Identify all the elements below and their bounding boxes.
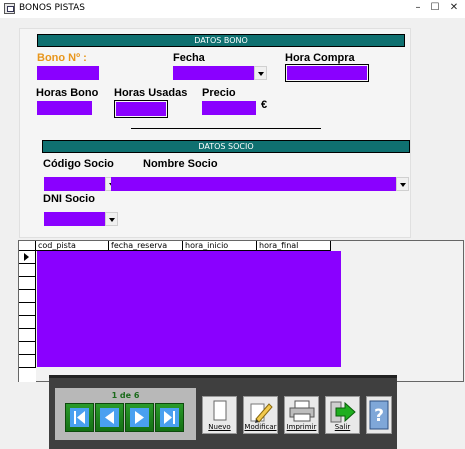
window-client-area: DATOS BONO Bono Nº : Fecha Hora Compra H… bbox=[0, 18, 465, 449]
bottom-toolbar: 1 de 6 Nuevo Modificar Imprimir Salir ? bbox=[49, 375, 397, 449]
row-selector[interactable] bbox=[19, 316, 36, 329]
exit-arrow-icon bbox=[330, 401, 356, 423]
imprimir-label: Imprimir bbox=[286, 423, 317, 431]
datos-socio-header: DATOS SOCIO bbox=[42, 140, 410, 153]
row-selector[interactable] bbox=[19, 303, 36, 316]
salir-label: Salir bbox=[334, 423, 351, 431]
row-selector[interactable] bbox=[19, 329, 36, 342]
modificar-button[interactable]: Modificar bbox=[243, 396, 278, 434]
dni-socio-label: DNI Socio bbox=[43, 193, 95, 205]
imprimir-button[interactable]: Imprimir bbox=[284, 396, 319, 434]
precio-field[interactable] bbox=[202, 101, 256, 115]
salir-button[interactable]: Salir bbox=[325, 396, 360, 434]
row-selector[interactable] bbox=[19, 290, 36, 303]
last-record-button[interactable] bbox=[155, 403, 184, 432]
row-selector[interactable] bbox=[19, 342, 36, 355]
nuevo-button[interactable]: Nuevo bbox=[202, 396, 237, 434]
chevron-down-icon[interactable] bbox=[254, 66, 267, 80]
codigo-socio-dropdown[interactable] bbox=[44, 177, 118, 191]
fecha-label: Fecha bbox=[173, 52, 205, 64]
maximize-button[interactable]: ☐ bbox=[428, 1, 442, 15]
euro-symbol: € bbox=[261, 99, 268, 111]
row-selector-column bbox=[19, 251, 36, 382]
first-record-icon bbox=[70, 408, 89, 427]
nombre-socio-label: Nombre Socio bbox=[143, 158, 218, 170]
datos-bono-header: DATOS BONO bbox=[37, 34, 405, 47]
row-selector[interactable] bbox=[19, 251, 36, 264]
row-selector[interactable] bbox=[19, 355, 36, 368]
reservations-grid[interactable]: cod_pista fecha_reserva hora_inicio hora… bbox=[18, 240, 464, 382]
first-record-button[interactable] bbox=[65, 403, 94, 432]
title-bar: BONOS PISTAS – ☐ ✕ bbox=[0, 0, 465, 18]
column-header-cod-pista[interactable]: cod_pista bbox=[36, 241, 109, 251]
nombre-socio-dropdown[interactable] bbox=[111, 177, 409, 191]
bono-number-field[interactable] bbox=[37, 66, 99, 80]
codigo-socio-label: Código Socio bbox=[43, 158, 114, 170]
window-title: BONOS PISTAS bbox=[19, 3, 85, 13]
svg-text:?: ? bbox=[374, 406, 384, 426]
close-button[interactable]: ✕ bbox=[447, 1, 461, 15]
printer-icon bbox=[289, 400, 314, 422]
hora-compra-label: Hora Compra bbox=[285, 52, 355, 64]
help-icon: ? bbox=[369, 400, 389, 430]
row-selector[interactable] bbox=[19, 277, 36, 290]
row-selector[interactable] bbox=[19, 264, 36, 277]
record-position: 1 de 6 bbox=[111, 391, 140, 400]
app-icon bbox=[4, 3, 15, 14]
section-divider bbox=[131, 128, 321, 129]
horas-usadas-label: Horas Usadas bbox=[114, 87, 188, 99]
minimize-button[interactable]: – bbox=[411, 1, 425, 15]
bono-number-label: Bono Nº : bbox=[37, 52, 87, 64]
dni-socio-dropdown[interactable] bbox=[44, 212, 118, 226]
horas-bono-field[interactable] bbox=[37, 101, 92, 115]
pencil-icon bbox=[250, 403, 273, 423]
previous-record-button[interactable] bbox=[95, 403, 124, 432]
record-navigator: 1 de 6 bbox=[55, 388, 196, 440]
grid-corner bbox=[19, 241, 36, 251]
form-panel: DATOS BONO Bono Nº : Fecha Hora Compra H… bbox=[19, 28, 411, 238]
next-record-button[interactable] bbox=[125, 403, 154, 432]
column-header-fecha-reserva[interactable]: fecha_reserva bbox=[109, 241, 183, 251]
grid-data-area[interactable] bbox=[37, 251, 341, 367]
hora-compra-field[interactable] bbox=[285, 64, 369, 82]
horas-usadas-field[interactable] bbox=[114, 100, 168, 118]
next-record-icon bbox=[130, 408, 149, 427]
current-row-pointer-icon bbox=[24, 253, 29, 261]
chevron-down-icon[interactable] bbox=[396, 177, 409, 191]
last-record-icon bbox=[160, 408, 179, 427]
horas-bono-label: Horas Bono bbox=[36, 87, 99, 99]
chevron-down-icon[interactable] bbox=[105, 212, 118, 226]
previous-record-icon bbox=[100, 408, 119, 427]
new-document-icon bbox=[213, 400, 226, 421]
precio-label: Precio bbox=[202, 87, 236, 99]
modificar-label: Modificar bbox=[244, 423, 277, 431]
help-button[interactable]: ? bbox=[366, 396, 392, 434]
column-header-hora-inicio[interactable]: hora_inicio bbox=[183, 241, 257, 251]
nuevo-label: Nuevo bbox=[208, 423, 231, 431]
column-header-hora-final[interactable]: hora_final bbox=[257, 241, 331, 251]
fecha-dropdown[interactable] bbox=[173, 66, 267, 80]
